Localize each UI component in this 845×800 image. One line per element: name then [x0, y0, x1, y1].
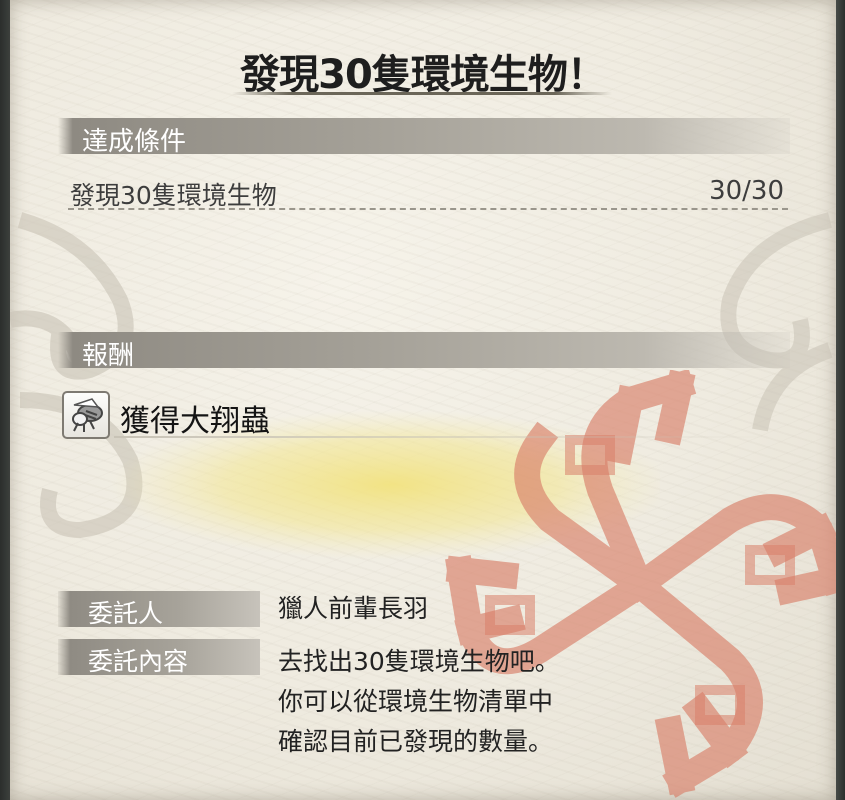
conditions-header-bar: 達成條件	[58, 118, 790, 157]
condition-label: 發現30隻環境生物	[70, 181, 277, 210]
client-label: 委託人	[88, 599, 164, 628]
conditions-header: 達成條件	[82, 127, 187, 157]
request-line-2: 你可以從環境生物清單中	[278, 687, 554, 716]
condition-row: 發現30隻環境生物 30/30	[68, 172, 788, 210]
request-label: 委託內容	[88, 647, 189, 676]
client-value: 獵人前輩長羽	[278, 594, 429, 623]
request-label-bar: 委託內容	[58, 639, 260, 676]
request-line-1: 去找出30隻環境生物吧。	[278, 647, 560, 676]
reward-label: 獲得大翔蟲	[120, 404, 270, 439]
rewards-header: 報酬	[82, 341, 135, 371]
condition-progress: 30/30	[709, 176, 784, 206]
insect-icon	[62, 391, 110, 439]
reward-underline	[114, 436, 774, 438]
title-underline	[232, 92, 612, 95]
client-label-bar: 委託人	[58, 591, 260, 628]
quest-card: 發現30隻環境生物！ 達成條件 發現30隻環境生物 30/30 報酬 獲得大翔蟲…	[10, 0, 836, 800]
rewards-header-bar: 報酬	[58, 332, 790, 371]
request-line-3: 確認目前已發現的數量。	[278, 727, 554, 756]
